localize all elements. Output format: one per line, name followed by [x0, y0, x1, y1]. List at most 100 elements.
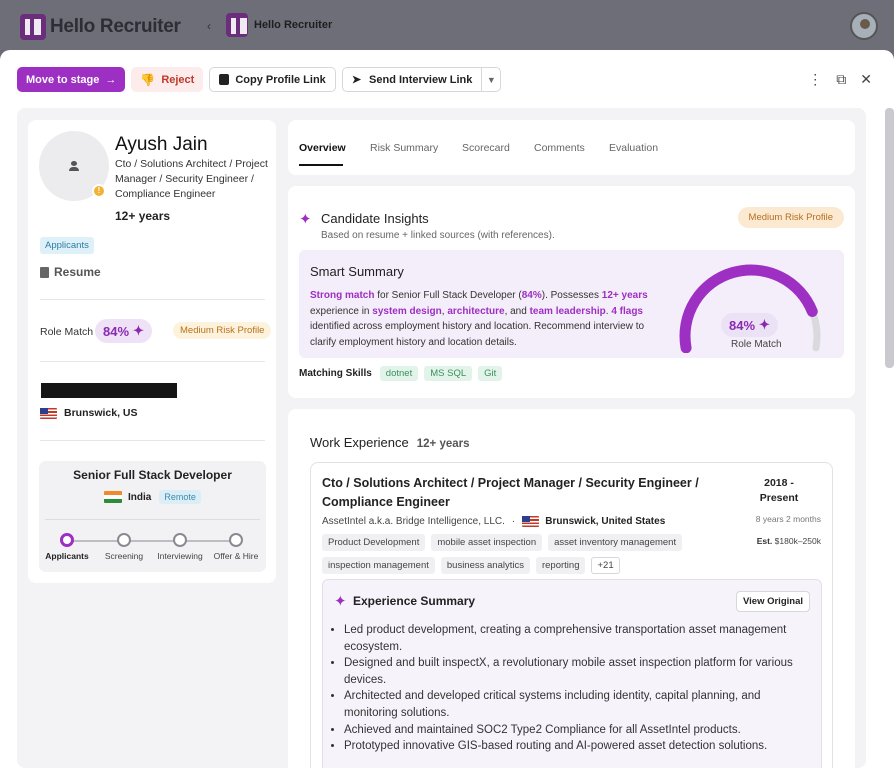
active-tab-indicator	[299, 164, 343, 166]
chevron-left-icon[interactable]: ‹	[200, 17, 218, 35]
list-item: Prototyped innovative GIS-based routing …	[344, 738, 813, 755]
copy-profile-link-label: Copy Profile Link	[235, 73, 326, 86]
resume-label: Resume	[54, 265, 101, 279]
us-flag-icon	[522, 516, 540, 527]
experience-tag: reporting	[535, 557, 586, 574]
candidate-name: Ayush Jain	[115, 134, 208, 155]
more-tags-button[interactable]: +21	[591, 557, 620, 574]
document-icon	[40, 266, 49, 278]
risk-badge: Medium Risk Profile	[737, 207, 844, 228]
send-interview-link-split: ➤ Send Interview Link ▼	[341, 67, 502, 92]
experience-location-text: Brunswick, United States	[545, 516, 666, 527]
salary-value: $180k–250k	[774, 536, 821, 546]
modal-toolbar: Move to stage → 👎 Reject Copy Profile Li…	[17, 67, 502, 92]
candidate-insights-card: ✦ Candidate Insights Based on resume + l…	[288, 186, 855, 398]
experience-tag: inspection management	[322, 557, 435, 574]
move-to-stage-label: Move to stage	[26, 73, 100, 86]
insights-subtitle: Based on resume + linked sources (with r…	[321, 230, 555, 241]
profile-card: ! Ayush Jain Cto / Solutions Architect /…	[28, 120, 276, 583]
chevron-down-icon[interactable]: ▼	[482, 68, 500, 91]
experience-duration: 8 years 2 months	[755, 514, 821, 524]
matching-skills: Matching Skills dotnet MS SQL Git	[299, 366, 503, 381]
work-experience-years: 12+ years	[416, 438, 470, 450]
divider	[45, 519, 260, 520]
modal-content: ! Ayush Jain Cto / Solutions Architect /…	[17, 108, 866, 768]
candidate-location: Brunswick, US	[40, 407, 138, 419]
sparkle-icon: ✦	[133, 323, 144, 338]
experience-date: 2018 - Present	[759, 477, 799, 504]
us-flag-icon	[40, 407, 57, 419]
experience-tag: business analytics	[440, 557, 530, 574]
warning-badge-icon: !	[92, 184, 106, 198]
tab-bar: Overview Risk Summary Scorecard Comments…	[288, 120, 855, 175]
work-experience-heading: Work Experience 12+ years	[310, 435, 470, 450]
skill-tag: MS SQL	[424, 366, 473, 381]
user-avatar[interactable]	[850, 12, 878, 40]
role-match-value: 84%	[103, 323, 130, 339]
stage-dot	[117, 533, 131, 547]
experience-summary: ✦ Experience Summary View Original Led p…	[322, 579, 822, 768]
stage-dot	[173, 533, 187, 547]
experience-tag: Product Development	[322, 534, 426, 551]
move-to-stage-button[interactable]: Move to stage →	[17, 67, 126, 92]
tab-scorecard[interactable]: Scorecard	[462, 142, 510, 154]
experience-tags: Product Development mobile asset inspect…	[322, 534, 712, 574]
stage-dot	[60, 533, 74, 547]
job-title: Senior Full Stack Developer	[73, 468, 232, 482]
risk-badge: Medium Risk Profile	[173, 322, 272, 339]
tab-overview[interactable]: Overview	[299, 142, 346, 154]
tab-risk-summary[interactable]: Risk Summary	[370, 142, 438, 154]
insights-title: Candidate Insights	[321, 211, 429, 226]
experience-company-row: AssetIntel a.k.a. Bridge Intelligence, L…	[322, 516, 665, 527]
separator: ·	[511, 516, 516, 527]
stage-offer-hire[interactable]: Offer & Hire	[201, 533, 271, 561]
close-icon[interactable]: ✕	[860, 71, 872, 88]
divider	[40, 361, 265, 362]
work-experience-title: Work Experience	[310, 435, 409, 450]
workspace-name: Hello Recruiter	[254, 19, 333, 31]
copy-profile-link-button[interactable]: Copy Profile Link	[209, 67, 336, 92]
sparkle-icon: ✦	[334, 593, 347, 610]
workspace-brand[interactable]: Hello Recruiter	[226, 13, 332, 37]
copy-icon	[219, 74, 230, 85]
salary-prefix: Est.	[756, 536, 773, 546]
reject-button[interactable]: 👎 Reject	[131, 67, 204, 92]
more-vertical-icon[interactable]: ⋮	[808, 71, 822, 88]
experience-tag: mobile asset inspection	[431, 534, 543, 551]
open-external-icon[interactable]: ⧉	[836, 71, 846, 88]
send-icon: ➤	[351, 74, 362, 86]
send-interview-link-button[interactable]: ➤ Send Interview Link	[343, 68, 483, 91]
scrollbar[interactable]	[885, 108, 894, 368]
view-original-button[interactable]: View Original	[735, 591, 810, 612]
sparkle-icon: ✦	[299, 211, 312, 228]
role-match-label: Role Match	[40, 326, 94, 338]
stage-label: Offer & Hire	[213, 551, 259, 561]
matching-skills-label: Matching Skills	[299, 368, 372, 379]
tab-comments[interactable]: Comments	[534, 142, 585, 154]
person-icon	[69, 161, 79, 171]
tab-evaluation[interactable]: Evaluation	[609, 142, 658, 154]
skill-tag: Git	[478, 366, 503, 381]
work-mode-badge: Remote	[159, 490, 201, 504]
role-match-badge: 84% ✦	[95, 319, 152, 343]
gauge-value-badge: 84% ✦	[721, 313, 778, 337]
arrow-right-icon: →	[105, 73, 117, 86]
thumbs-down-icon: 👎	[140, 72, 156, 87]
work-experience-card: Work Experience 12+ years Cto / Solution…	[288, 409, 855, 768]
resume-link[interactable]: Resume	[40, 265, 101, 279]
app-header: Hello Recruiter ‹ Hello Recruiter	[0, 0, 894, 50]
experience-company: AssetIntel a.k.a. Bridge Intelligence, L…	[322, 516, 505, 527]
reject-label: Reject	[161, 73, 195, 86]
brand[interactable]: Hello Recruiter	[20, 14, 181, 40]
redacted-contact	[41, 383, 177, 398]
candidate-title: Cto / Solutions Architect / Project Mana…	[115, 158, 268, 200]
india-flag-icon	[104, 491, 122, 503]
send-interview-link-label: Send Interview Link	[369, 73, 473, 86]
experience-role: Cto / Solutions Architect / Project Mana…	[322, 476, 699, 509]
experience-salary: Est. $180k–250k	[757, 536, 821, 546]
smart-summary: Smart Summary Strong match for Senior Fu…	[299, 250, 844, 358]
job-location-text: India	[128, 491, 152, 503]
brand-logo-icon	[20, 14, 46, 40]
smart-summary-text: Strong match for Senior Full Stack Devel…	[310, 290, 648, 348]
experience-tag: asset inventory management	[548, 534, 683, 551]
